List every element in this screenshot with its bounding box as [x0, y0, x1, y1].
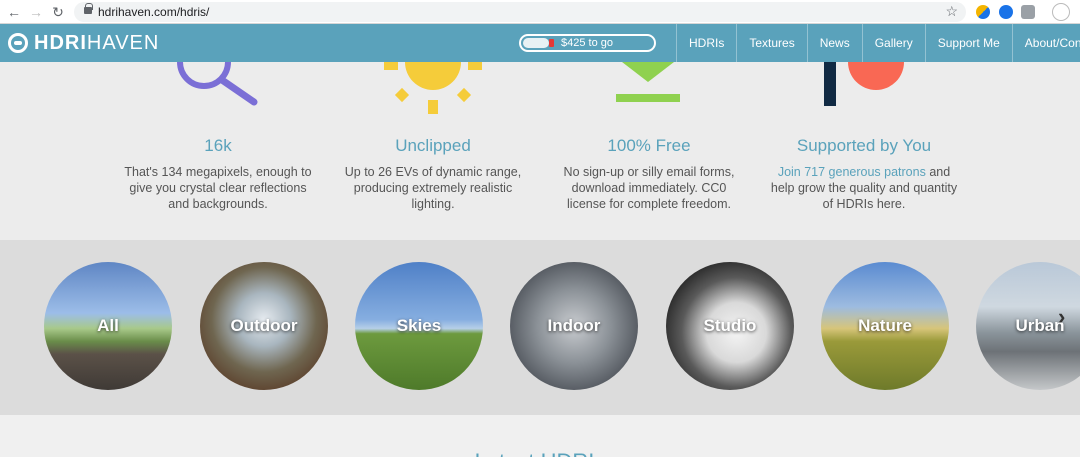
feature-title: Unclipped: [395, 136, 471, 155]
forward-icon[interactable]: →: [26, 2, 46, 22]
latest-title: Latest HDRIs: [0, 449, 1080, 457]
features-section: 16k That's 134 megapixels, enough to giv…: [0, 62, 1080, 240]
extension-icon[interactable]: [976, 5, 990, 19]
logo-mark-icon: [8, 33, 28, 53]
nav-support-me[interactable]: Support Me: [924, 24, 1012, 62]
category-skies[interactable]: Skies: [355, 262, 483, 390]
site-logo[interactable]: HDRI HAVEN: [8, 32, 159, 54]
download-icon: [616, 62, 680, 102]
bookmark-star-icon[interactable]: ☆: [945, 3, 958, 20]
category-studio[interactable]: Studio: [666, 262, 794, 390]
category-nature[interactable]: Nature: [821, 262, 949, 390]
feature-description: Join 717 generous patrons and help grow …: [770, 165, 958, 211]
address-bar[interactable]: hdrihaven.com/hdris/ ☆: [74, 2, 966, 22]
logo-text-thin: HAVEN: [86, 31, 160, 54]
feature-unclipped: Unclipped Up to 26 EVs of dynamic range,…: [333, 136, 533, 212]
nav-about-contact[interactable]: About/Contact: [1011, 24, 1080, 62]
profile-avatar[interactable]: [1052, 3, 1070, 21]
latest-section: Latest HDRIs: [0, 415, 1080, 457]
feature-free: 100% Free No sign-up or silly email form…: [549, 136, 749, 212]
funding-goal-text: $425 to go: [561, 37, 613, 49]
nav-hdris[interactable]: HDRIs: [676, 24, 736, 62]
carousel-next-icon[interactable]: ›: [1058, 304, 1065, 330]
feature-title: 16k: [204, 136, 232, 155]
feature-description: That's 134 megapixels, enough to give yo…: [124, 165, 312, 211]
nav-gallery[interactable]: Gallery: [861, 24, 925, 62]
lock-icon: [84, 3, 93, 14]
feature-description: Up to 26 EVs of dynamic range, producing…: [344, 165, 522, 211]
reload-icon[interactable]: ↻: [48, 2, 68, 22]
funding-progress-bar: [523, 38, 549, 48]
back-icon[interactable]: ←: [4, 2, 24, 22]
address-url[interactable]: hdrihaven.com/hdris/: [98, 5, 209, 19]
category-indoor[interactable]: Indoor: [510, 262, 638, 390]
patreon-icon: [824, 62, 904, 106]
category-carousel: All Outdoor Skies Indoor Studio Nature U…: [0, 240, 1080, 415]
funding-goal[interactable]: $425 to go: [519, 34, 656, 52]
logo-text-bold: HDRI: [34, 31, 87, 54]
extension-icon[interactable]: [1021, 5, 1035, 19]
nav-textures[interactable]: Textures: [736, 24, 806, 62]
feature-16k: 16k That's 134 megapixels, enough to giv…: [118, 136, 318, 212]
main-nav: HDRIs Textures News Gallery Support Me A…: [676, 24, 1080, 62]
sun-icon: [384, 62, 482, 114]
magnifier-icon: [177, 62, 258, 106]
feature-title: 100% Free: [607, 136, 691, 155]
feature-description: No sign-up or silly email forms, downloa…: [563, 165, 735, 211]
funding-marker-icon: [549, 39, 554, 47]
category-outdoor[interactable]: Outdoor: [200, 262, 328, 390]
browser-toolbar: ← → ↻ hdrihaven.com/hdris/ ☆: [0, 0, 1080, 24]
category-all[interactable]: All: [44, 262, 172, 390]
nav-news[interactable]: News: [806, 24, 862, 62]
patrons-link[interactable]: Join 717 generous patrons: [778, 165, 926, 179]
feature-title: Supported by You: [796, 136, 932, 155]
extension-icon[interactable]: [999, 5, 1013, 19]
feature-supported: Supported by You Join 717 generous patro…: [764, 136, 964, 212]
site-header: HDRI HAVEN $425 to go HDRIs Textures New…: [0, 24, 1080, 62]
